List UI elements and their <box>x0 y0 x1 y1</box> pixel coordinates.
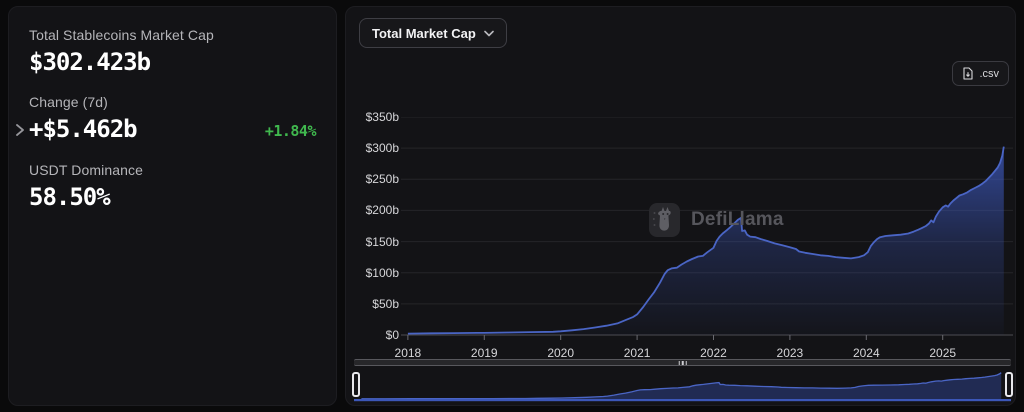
stat-value: 58.50% <box>29 183 316 211</box>
stats-panel: Total Stablecoins Market Cap $302.423b C… <box>8 6 337 406</box>
csv-button-label: .csv <box>979 68 999 80</box>
y-axis-label: $150b <box>349 235 399 249</box>
brush-handle-left[interactable] <box>352 372 360 397</box>
stat-total-market-cap: Total Stablecoins Market Cap $302.423b <box>29 27 316 76</box>
file-download-icon <box>962 67 974 80</box>
chart-scrollbar[interactable] <box>354 359 1011 366</box>
y-axis-label: $250b <box>349 172 399 186</box>
stat-value: +$5.462b <box>29 115 137 143</box>
stat-usdt-dominance: USDT Dominance 58.50% <box>29 162 316 211</box>
navigator-area-fill <box>361 373 1001 399</box>
x-axis-label: 2022 <box>700 346 727 360</box>
x-axis-label: 2024 <box>853 346 880 360</box>
x-axis-label: 2023 <box>777 346 804 360</box>
stat-delta-percent: +1.84% <box>265 122 316 143</box>
stat-value: $302.423b <box>29 48 316 76</box>
stat-label: Change (7d) <box>29 94 316 110</box>
y-axis-label: $100b <box>349 266 399 280</box>
brush-handle-right[interactable] <box>1005 372 1013 397</box>
x-axis-label: 2021 <box>624 346 651 360</box>
y-axis-label: $350b <box>349 110 399 124</box>
metric-dropdown-label: Total Market Cap <box>372 26 476 41</box>
x-axis-label: 2025 <box>929 346 956 360</box>
y-axis-label: $50b <box>349 297 399 311</box>
x-axis-label: 2019 <box>471 346 498 360</box>
time-range-brush[interactable] <box>354 369 1011 403</box>
navigator-mini-chart <box>354 369 1011 403</box>
market-cap-area-chart[interactable] <box>401 117 1013 343</box>
scrollbar-grip-icon[interactable] <box>678 361 687 365</box>
x-axis-label: 2018 <box>395 346 422 360</box>
stat-change-7d: Change (7d) +$5.462b +1.84% <box>29 94 316 143</box>
y-axis-label: $0 <box>349 328 399 342</box>
y-axis-label: $300b <box>349 141 399 155</box>
stat-label: USDT Dominance <box>29 162 316 178</box>
area-fill <box>408 147 1004 335</box>
metric-dropdown[interactable]: Total Market Cap <box>359 18 507 48</box>
y-axis-label: $200b <box>349 203 399 217</box>
axis-ticks <box>408 335 943 340</box>
download-csv-button[interactable]: .csv <box>952 61 1009 86</box>
chevron-right-icon[interactable] <box>14 123 26 137</box>
chart-panel: Total Market Cap .csv $350b $300b $250b $20… <box>345 6 1016 406</box>
navigator-baseline <box>354 399 1011 401</box>
stat-label: Total Stablecoins Market Cap <box>29 27 316 43</box>
x-axis-label: 2020 <box>547 346 574 360</box>
chevron-down-icon <box>484 30 494 37</box>
